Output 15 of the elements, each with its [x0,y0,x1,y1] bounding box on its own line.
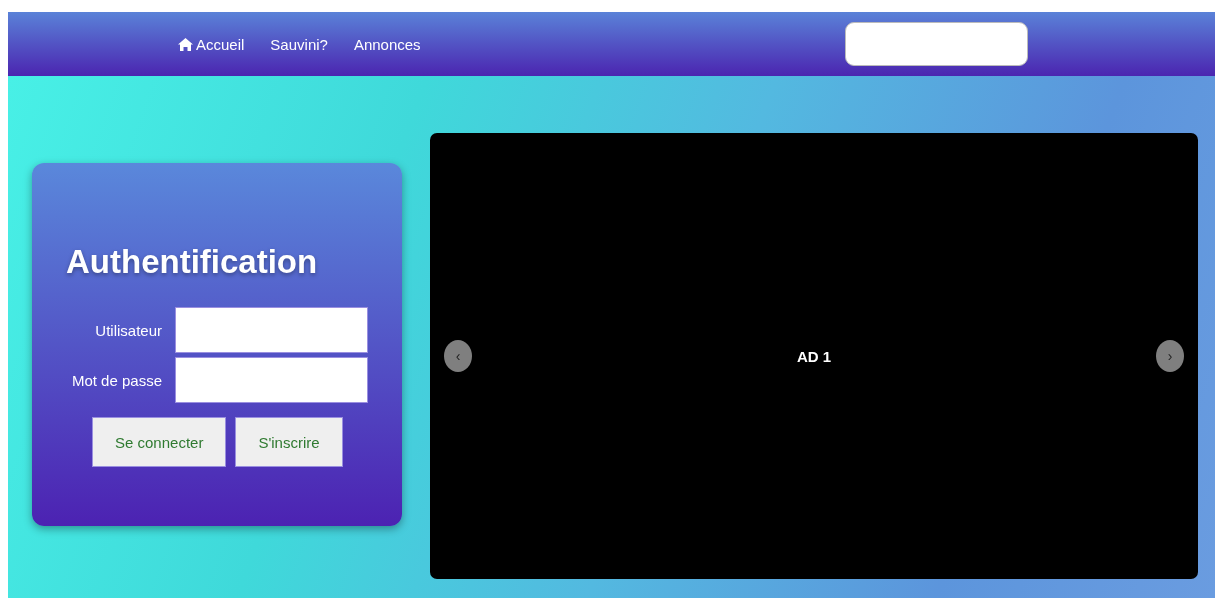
previous-button[interactable]: ‹ [444,340,472,372]
home-icon [178,37,193,51]
signup-button[interactable]: S'inscrire [235,417,343,467]
nav-link[interactable]: Sauvini? [270,35,328,53]
nav-link[interactable]: Annonces [353,35,421,53]
login-button[interactable]: Se connecter [92,417,227,467]
input-field[interactable] [175,357,368,403]
login-title: Authentification [66,243,318,281]
ad-label: AD 1 [796,347,832,365]
nav-link[interactable]: Accueil [178,35,245,53]
search-field[interactable] [844,22,1028,66]
input-field[interactable] [175,307,368,353]
field-label: Utilisateur [94,321,163,339]
next-button[interactable]: › [1156,340,1184,372]
field-label: Mot de passe [70,371,163,389]
